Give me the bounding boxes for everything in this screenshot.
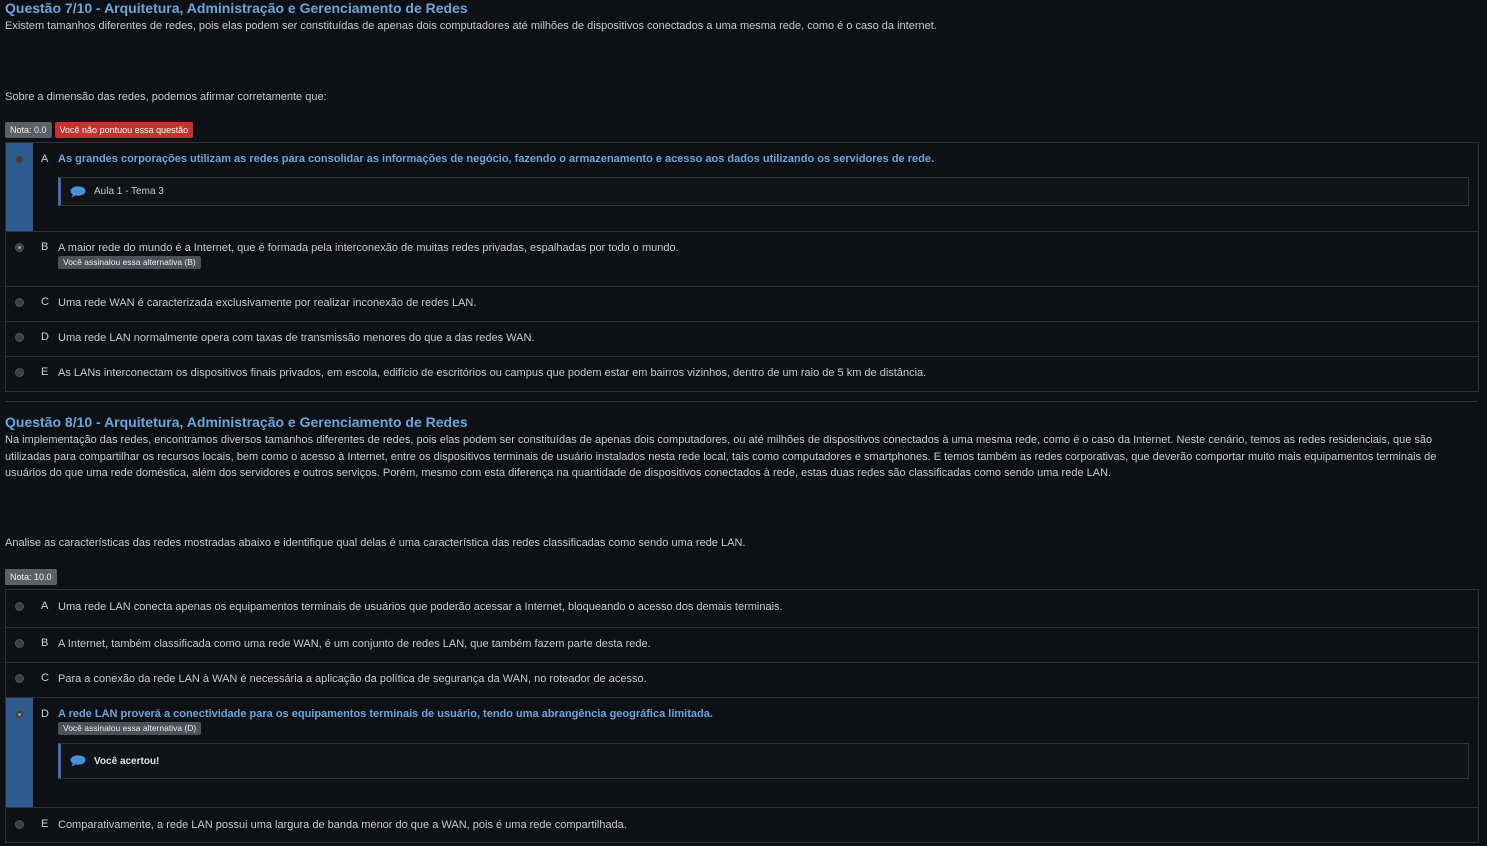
option-a[interactable]: A As grandes corporações utilizam as red… <box>6 143 1478 232</box>
option-letter: D <box>41 331 49 343</box>
option-text: A maior rede do mundo é a Internet, que … <box>58 242 679 254</box>
radio-button[interactable] <box>15 639 24 648</box>
divider <box>5 401 1477 402</box>
grade-badge: Nota: 0.0 <box>5 122 52 138</box>
option-text: Comparativamente, a rede LAN possui uma … <box>58 819 627 831</box>
speech-bubble-icon <box>70 755 86 767</box>
question-7-prompt: Sobre a dimensão das redes, podemos afir… <box>5 91 327 103</box>
feedback-box: Você acertou! <box>58 743 1469 779</box>
question-8-intro: Na implementação das redes, encontramos … <box>5 434 1437 479</box>
radio-button[interactable] <box>15 298 24 307</box>
radio-button[interactable] <box>15 333 24 342</box>
option-c[interactable]: C Uma rede WAN é caracterizada exclusiva… <box>6 287 1478 322</box>
option-d[interactable]: D A rede LAN proverá a conectividade par… <box>6 698 1478 808</box>
option-letter: C <box>41 672 49 684</box>
speech-bubble-icon <box>70 185 86 198</box>
question-7-badges: Nota: 0.0 Você não pontuou essa questão <box>5 122 1478 138</box>
option-letter: A <box>41 153 49 165</box>
option-letter: D <box>41 708 49 720</box>
option-text: As LANs interconectam os dispositivos fi… <box>58 367 927 379</box>
feedback-text: Você acertou! <box>94 755 160 767</box>
option-letter: E <box>41 818 49 830</box>
option-text: Para a conexão da rede LAN à WAN é neces… <box>58 673 647 685</box>
radio-button[interactable] <box>15 602 24 611</box>
question-8-title: Questão 8/10 - Arquitetura, Administraçã… <box>5 414 468 430</box>
option-d[interactable]: D Uma rede LAN normalmente opera com tax… <box>6 322 1478 357</box>
radio-button[interactable] <box>15 710 24 719</box>
option-text: A Internet, também classificada como uma… <box>58 638 651 650</box>
option-b[interactable]: B A Internet, também classificada como u… <box>6 628 1478 663</box>
option-a[interactable]: A Uma rede LAN conecta apenas os equipam… <box>6 590 1478 628</box>
option-e[interactable]: E As LANs interconectam os dispositivos … <box>6 357 1478 392</box>
option-letter: B <box>41 241 49 253</box>
option-c[interactable]: C Para a conexão da rede LAN à WAN é nec… <box>6 663 1478 698</box>
option-letter: E <box>41 366 49 378</box>
radio-button[interactable] <box>15 368 24 377</box>
option-text: As grandes corporações utilizam as redes… <box>58 153 935 165</box>
radio-button[interactable] <box>15 674 24 683</box>
marked-badge: Você assinalou essa alternativa (D) <box>58 722 202 735</box>
question-8-badges: Nota: 10.0 <box>5 569 1478 585</box>
option-text: Uma rede LAN normalmente opera com taxas… <box>58 332 535 344</box>
radio-button[interactable] <box>15 243 24 252</box>
question-8-prompt: Analise as características das redes mos… <box>5 537 746 549</box>
option-text: Uma rede WAN é caracterizada exclusivame… <box>58 297 477 309</box>
option-e[interactable]: E Comparativamente, a rede LAN possui um… <box>6 808 1478 843</box>
radio-button[interactable] <box>15 155 24 164</box>
option-text: A rede LAN proverá a conectividade para … <box>58 708 713 720</box>
question-8-options: A Uma rede LAN conecta apenas os equipam… <box>5 589 1479 843</box>
option-text: Uma rede LAN conecta apenas os equipamen… <box>58 601 783 613</box>
feedback-box: Aula 1 - Tema 3 <box>58 177 1469 206</box>
status-badge: Você não pontuou essa questão <box>54 122 194 138</box>
grade-badge: Nota: 10.0 <box>5 569 57 585</box>
option-letter: C <box>41 296 49 308</box>
question-7-options: A As grandes corporações utilizam as red… <box>5 142 1479 392</box>
option-letter: B <box>41 637 49 649</box>
question-7-intro: Existem tamanhos diferentes de redes, po… <box>5 20 937 32</box>
feedback-text: Aula 1 - Tema 3 <box>94 186 164 197</box>
radio-button[interactable] <box>15 820 24 829</box>
option-b[interactable]: B A maior rede do mundo é a Internet, qu… <box>6 232 1478 287</box>
option-letter: A <box>41 600 49 612</box>
question-7-title: Questão 7/10 - Arquitetura, Administraçã… <box>5 0 468 16</box>
marked-badge: Você assinalou essa alternativa (B) <box>58 256 201 269</box>
